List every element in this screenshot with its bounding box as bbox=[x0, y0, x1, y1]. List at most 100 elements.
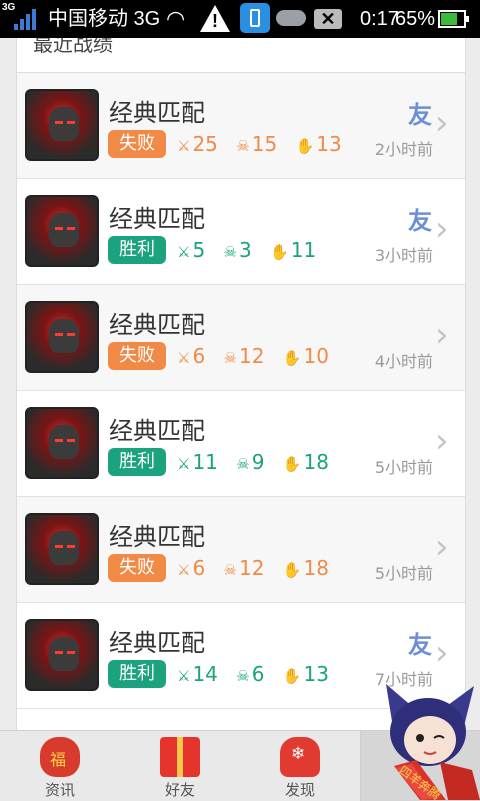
kda-stats: ⚔ 6 ☠ 12 ✋ 10 bbox=[177, 343, 341, 371]
match-mode: 经典匹配 bbox=[109, 629, 205, 657]
assists-value: 18 bbox=[303, 556, 329, 580]
assists-value: 13 bbox=[303, 662, 329, 686]
tab-label: 资讯 bbox=[44, 781, 75, 799]
time-ago: 3小时前 bbox=[374, 246, 433, 265]
signal-icon bbox=[6, 8, 36, 30]
friend-badge: 友 bbox=[408, 101, 432, 129]
deaths-value: 12 bbox=[239, 556, 265, 580]
match-list[interactable]: 最近战绩 经典匹配 失败 ⚔ 25 ☠ 15 ✋ 13 友 2小时前 › 经典匹配 胜… bbox=[16, 38, 466, 730]
hand-icon: ✋ bbox=[282, 349, 302, 367]
hand-icon: ✋ bbox=[282, 667, 302, 685]
kills-value: 6 bbox=[192, 344, 206, 368]
kills-value: 6 bbox=[192, 556, 206, 580]
assists-value: 11 bbox=[290, 238, 317, 262]
kda-stats: ⚔ 5 ☠ 3 ✋ 11 bbox=[177, 237, 328, 265]
tab-label: 好友 bbox=[164, 781, 195, 799]
champion-avatar bbox=[25, 301, 99, 373]
tab-news[interactable]: 资讯 bbox=[0, 731, 120, 801]
chevron-right-icon[interactable]: › bbox=[435, 421, 449, 461]
battery-icon bbox=[438, 10, 469, 28]
hand-icon: ✋ bbox=[282, 455, 302, 473]
kills-value: 5 bbox=[192, 238, 206, 262]
champion-avatar bbox=[25, 407, 99, 479]
skull-icon: ☠ bbox=[236, 667, 250, 685]
sword-icon: ⚔ bbox=[177, 561, 191, 579]
mascot-icon[interactable]: 四羊奔腾 bbox=[376, 674, 480, 800]
champion-avatar bbox=[25, 513, 99, 585]
kda-stats: ⚔ 14 ☠ 6 ✋ 13 bbox=[177, 661, 341, 689]
clear-icon: ✕ bbox=[314, 9, 342, 29]
time-ago: 5小时前 bbox=[374, 564, 433, 583]
weather-icon bbox=[276, 10, 306, 26]
champion-avatar bbox=[25, 619, 99, 691]
result-badge: 失败 bbox=[108, 130, 166, 158]
match-mode: 经典匹配 bbox=[109, 417, 205, 445]
hand-icon: ✋ bbox=[282, 561, 302, 579]
match-row[interactable]: 经典匹配 胜利 ⚔ 11 ☠ 9 ✋ 18 5小时前 › bbox=[17, 391, 465, 497]
champion-avatar bbox=[25, 89, 99, 161]
time-ago: 5小时前 bbox=[374, 458, 433, 477]
mitten-icon bbox=[280, 737, 320, 777]
match-mode: 经典匹配 bbox=[109, 523, 205, 551]
kda-stats: ⚔ 11 ☠ 9 ✋ 18 bbox=[177, 449, 341, 477]
clock: 0:17 bbox=[360, 8, 399, 30]
time-ago: 2小时前 bbox=[374, 140, 433, 159]
deaths-value: 15 bbox=[251, 132, 278, 156]
wifi-icon: ◠ bbox=[166, 6, 186, 31]
result-badge: 胜利 bbox=[108, 448, 166, 476]
champion-avatar bbox=[25, 195, 99, 267]
gift-box-icon bbox=[160, 737, 200, 777]
tab-label: 发现 bbox=[284, 781, 315, 799]
battery-percent: 65% bbox=[395, 8, 436, 30]
result-badge: 胜利 bbox=[108, 660, 166, 688]
assists-value: 10 bbox=[303, 344, 329, 368]
deaths-value: 6 bbox=[251, 662, 265, 686]
hand-icon: ✋ bbox=[295, 137, 315, 155]
result-badge: 失败 bbox=[108, 554, 166, 582]
match-mode: 经典匹配 bbox=[109, 311, 205, 339]
chevron-right-icon[interactable]: › bbox=[435, 527, 449, 567]
warning-icon: ! bbox=[200, 5, 230, 32]
tab-discover[interactable]: 发现 bbox=[240, 731, 360, 801]
deaths-value: 12 bbox=[239, 344, 265, 368]
friend-badge: 友 bbox=[408, 631, 432, 659]
sword-icon: ⚔ bbox=[177, 349, 191, 367]
kills-value: 11 bbox=[192, 450, 218, 474]
kills-value: 25 bbox=[192, 132, 218, 156]
match-mode: 经典匹配 bbox=[109, 99, 205, 127]
assists-value: 18 bbox=[303, 450, 329, 474]
sword-icon: ⚔ bbox=[177, 455, 191, 473]
match-mode: 经典匹配 bbox=[109, 205, 205, 233]
sword-icon: ⚔ bbox=[177, 243, 191, 261]
chevron-right-icon[interactable]: › bbox=[435, 315, 449, 355]
match-row[interactable]: 经典匹配 失败 ⚔ 6 ☠ 12 ✋ 10 4小时前 › bbox=[17, 285, 465, 391]
deaths-value: 9 bbox=[251, 450, 265, 474]
skull-icon: ☠ bbox=[223, 561, 237, 579]
list-header: 最近战绩 bbox=[17, 38, 465, 73]
kills-value: 14 bbox=[192, 662, 218, 686]
match-row[interactable]: 经典匹配 失败 ⚔ 25 ☠ 15 ✋ 13 友 2小时前 › bbox=[17, 73, 465, 179]
match-row[interactable]: 经典匹配 胜利 ⚔ 5 ☠ 3 ✋ 11 友 3小时前 › bbox=[17, 179, 465, 285]
result-badge: 失败 bbox=[108, 342, 166, 370]
chevron-right-icon[interactable]: › bbox=[435, 633, 449, 673]
time-ago: 4小时前 bbox=[374, 352, 433, 371]
result-badge: 胜利 bbox=[108, 236, 166, 264]
chevron-right-icon[interactable]: › bbox=[435, 209, 449, 249]
kda-stats: ⚔ 25 ☠ 15 ✋ 13 bbox=[177, 131, 354, 159]
friend-badge: 友 bbox=[408, 207, 432, 235]
usb-icon bbox=[240, 3, 270, 33]
match-row[interactable]: 经典匹配 失败 ⚔ 6 ☠ 12 ✋ 18 5小时前 › bbox=[17, 497, 465, 603]
deaths-value: 3 bbox=[239, 238, 252, 262]
sword-icon: ⚔ bbox=[177, 137, 191, 155]
skull-icon: ☠ bbox=[236, 455, 250, 473]
skull-icon: ☠ bbox=[236, 137, 250, 155]
hand-icon: ✋ bbox=[270, 243, 289, 261]
sword-icon: ⚔ bbox=[177, 667, 191, 685]
carrier-label: 中国移动 3G bbox=[48, 8, 161, 30]
chevron-right-icon[interactable]: › bbox=[435, 103, 449, 143]
tab-friends[interactable]: 好友 bbox=[120, 731, 240, 801]
lucky-bag-icon bbox=[40, 737, 80, 777]
skull-icon: ☠ bbox=[223, 349, 237, 367]
skull-icon: ☠ bbox=[223, 243, 237, 261]
kda-stats: ⚔ 6 ☠ 12 ✋ 18 bbox=[177, 555, 341, 583]
